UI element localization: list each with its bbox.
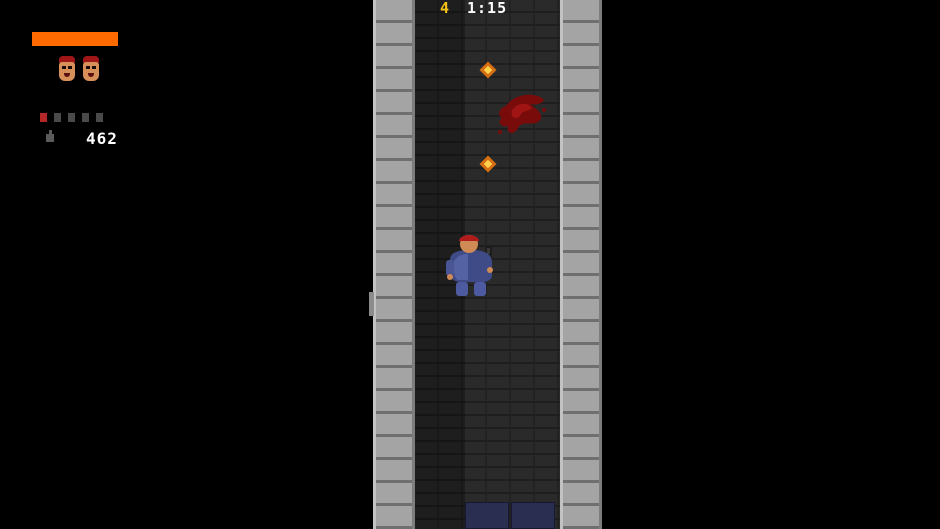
player-face-icon bbox=[81, 56, 101, 84]
weapon-slot-icon bbox=[40, 113, 47, 122]
level-timer: 1:15 bbox=[467, 0, 508, 17]
weapon-slot-icon bbox=[68, 113, 75, 122]
weapon-slot-icon bbox=[96, 113, 103, 122]
left-wall bbox=[373, 0, 415, 529]
level-number: 4 bbox=[440, 0, 450, 17]
blood-splat bbox=[498, 94, 546, 134]
door-panel bbox=[511, 502, 555, 529]
fireball-projectile bbox=[479, 155, 497, 173]
weapon-slot-icon bbox=[82, 113, 89, 122]
ammo-count: 462 bbox=[86, 129, 118, 148]
wall-switch bbox=[369, 292, 374, 316]
door-panel bbox=[465, 502, 509, 529]
player-character bbox=[446, 235, 493, 296]
game-viewport[interactable]: 462 4 1:15 bbox=[0, 0, 940, 529]
health-bar bbox=[32, 32, 118, 46]
right-wall bbox=[560, 0, 602, 529]
fireball-projectile bbox=[479, 61, 497, 79]
weapon-slot-icon bbox=[54, 113, 61, 122]
grenade-ammo-icon bbox=[44, 130, 56, 143]
weapon-selector bbox=[40, 110, 116, 124]
player-face-icon bbox=[57, 56, 77, 84]
